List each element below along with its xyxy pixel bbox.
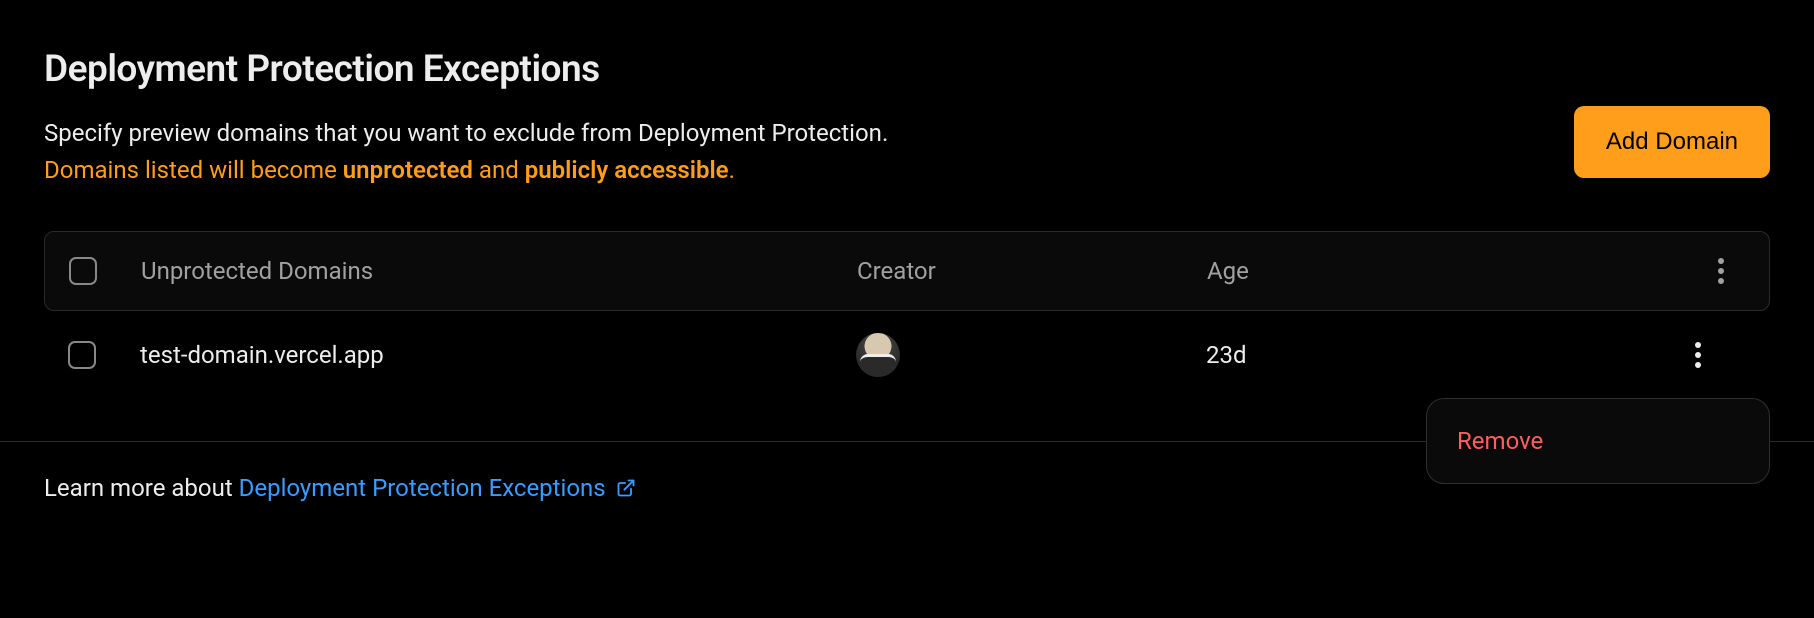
table-header: Unprotected Domains Creator Age bbox=[44, 231, 1770, 311]
col-header-domain: Unprotected Domains bbox=[97, 257, 857, 285]
more-vertical-icon bbox=[1718, 258, 1724, 284]
footer-prefix: Learn more about bbox=[44, 474, 239, 502]
page-description: Specify preview domains that you want to… bbox=[44, 115, 1574, 189]
header-row: Deployment Protection Exceptions Specify… bbox=[44, 48, 1770, 189]
warn-prefix: Domains listed will become bbox=[44, 156, 343, 184]
avatar bbox=[856, 333, 900, 377]
col-header-creator: Creator bbox=[857, 257, 1207, 285]
desc-line1: Specify preview domains that you want to… bbox=[44, 119, 888, 147]
learn-more-link[interactable]: Deployment Protection Exceptions bbox=[239, 474, 636, 502]
select-all-checkbox[interactable] bbox=[69, 257, 97, 285]
table-header-menu-button[interactable] bbox=[1697, 247, 1745, 295]
warn-mid: and bbox=[473, 156, 525, 184]
row-menu-button[interactable] bbox=[1650, 311, 1746, 399]
warn-suffix: . bbox=[729, 156, 735, 184]
row-context-menu: Remove bbox=[1426, 398, 1770, 484]
row-checkbox[interactable] bbox=[68, 341, 96, 369]
warn-word-public: publicly accessible bbox=[525, 156, 729, 184]
footer: Learn more about Deployment Protection E… bbox=[44, 474, 636, 502]
warn-word-unprotected: unprotected bbox=[343, 156, 473, 184]
desc-warning: Domains listed will become unprotected a… bbox=[44, 156, 735, 184]
external-link-icon bbox=[616, 478, 636, 498]
page-title: Deployment Protection Exceptions bbox=[44, 48, 1574, 91]
footer-link-label: Deployment Protection Exceptions bbox=[239, 474, 606, 502]
row-creator bbox=[856, 333, 1206, 377]
add-domain-button[interactable]: Add Domain bbox=[1574, 106, 1770, 178]
row-age: 23d bbox=[1206, 341, 1456, 369]
row-domain: test-domain.vercel.app bbox=[96, 341, 856, 369]
table-row: test-domain.vercel.app 23d bbox=[44, 311, 1770, 399]
col-header-age: Age bbox=[1207, 257, 1457, 285]
domain-table: Unprotected Domains Creator Age test-dom… bbox=[44, 231, 1770, 399]
remove-menu-item[interactable]: Remove bbox=[1427, 409, 1769, 473]
more-vertical-icon bbox=[1695, 342, 1701, 368]
